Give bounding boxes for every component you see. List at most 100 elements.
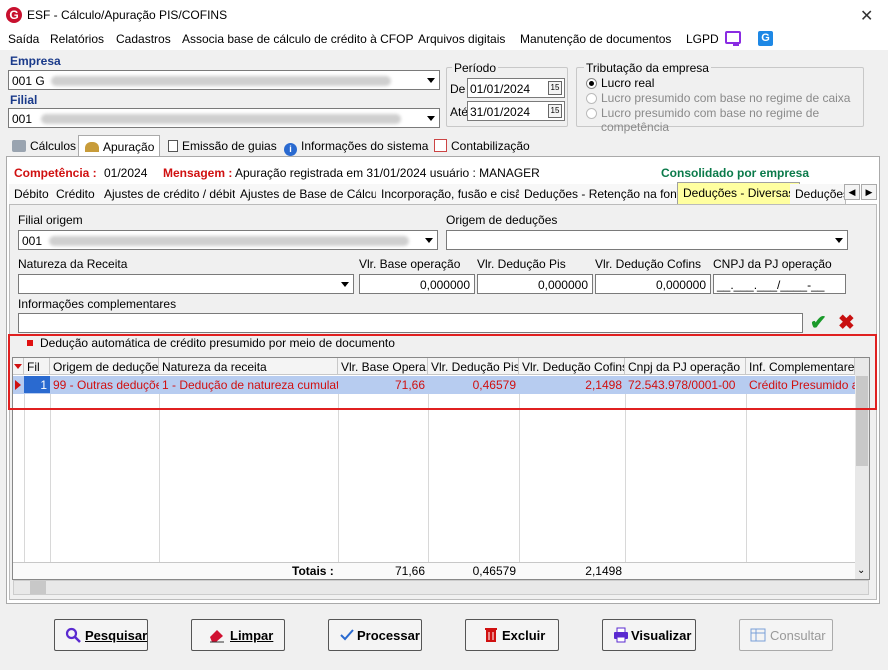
empresa-value: 001 G bbox=[12, 74, 45, 88]
limpar-button[interactable]: Limpar bbox=[191, 619, 285, 651]
confirm-check-icon[interactable]: ✔ bbox=[810, 312, 827, 334]
excluir-button[interactable]: Excluir bbox=[465, 619, 559, 651]
subtab-deducoes[interactable]: Deduções bbox=[790, 184, 846, 204]
consultar-button[interactable]: Consultar bbox=[739, 619, 833, 651]
natureza-receita-select[interactable] bbox=[18, 274, 354, 294]
filial-label: Filial bbox=[10, 93, 38, 107]
menu-manutencao-documentos[interactable]: Manutenção de documentos bbox=[520, 32, 671, 46]
empresa-select[interactable]: 001 G bbox=[8, 70, 440, 90]
tab-emissao-guias[interactable]: Emissão de guias bbox=[162, 135, 283, 157]
apuracao-icon bbox=[85, 142, 99, 152]
radio-lucro-presumido-caixa[interactable] bbox=[586, 93, 597, 104]
filial-origem-select[interactable]: 001 bbox=[18, 230, 438, 250]
scroll-right-icon[interactable]: ▶ bbox=[861, 184, 877, 200]
subtab-incorporacao[interactable]: Incorporação, fusão e cisão bbox=[376, 184, 535, 204]
processar-button[interactable]: Processar bbox=[328, 619, 422, 651]
menu-saida[interactable]: Saída bbox=[8, 32, 39, 46]
highlight-box bbox=[8, 334, 877, 410]
grid-col-line bbox=[428, 394, 429, 562]
app-logo-icon: G bbox=[6, 7, 22, 23]
grid-horizontal-scrollbar[interactable] bbox=[13, 580, 869, 595]
redacted-text bbox=[51, 76, 391, 86]
lucro-real-label: Lucro real bbox=[601, 76, 655, 90]
calendar-book-icon bbox=[434, 139, 447, 152]
subtab-ajustes-credito-debito[interactable]: Ajustes de crédito / débito bbox=[99, 184, 249, 204]
tab-contabilizacao-label: Contabilização bbox=[451, 139, 530, 153]
vlr-base-input[interactable]: 0,000000 bbox=[359, 274, 475, 294]
natureza-receita-label: Natureza da Receita bbox=[18, 257, 128, 271]
processar-label: Processar bbox=[357, 628, 420, 643]
filial-select[interactable]: 001 bbox=[8, 108, 440, 128]
periodo-ate-input[interactable]: 31/01/2024 15 bbox=[467, 101, 565, 121]
vlr-pis-label: Vlr. Dedução Pis bbox=[477, 257, 566, 271]
grid-col-line bbox=[159, 394, 160, 562]
vlr-cofins-label: Vlr. Dedução Cofins bbox=[595, 257, 702, 271]
calendar-icon[interactable]: 15 bbox=[548, 81, 562, 95]
pesquisar-label: Pesquisar bbox=[85, 628, 148, 643]
grid-col-line bbox=[50, 394, 51, 562]
vlr-pis-value: 0,000000 bbox=[537, 278, 588, 292]
redacted-text bbox=[49, 236, 409, 246]
cancel-x-icon[interactable]: ✖ bbox=[838, 312, 855, 334]
origem-deducoes-label: Origem de deduções bbox=[446, 213, 558, 227]
vlr-pis-input[interactable]: 0,000000 bbox=[477, 274, 593, 294]
redacted-text bbox=[41, 114, 401, 124]
info-complementares-label: Informações complementares bbox=[18, 297, 177, 311]
grid-col-line bbox=[519, 394, 520, 562]
menu-lgpd[interactable]: LGPD bbox=[686, 32, 719, 46]
lucro-presumido-competencia-label: Lucro presumido com base no regime de co… bbox=[601, 106, 820, 134]
subtab-deducoes-retencao[interactable]: Deduções - Retenção na fonte bbox=[519, 184, 693, 204]
tab-calculos-label: Cálculos bbox=[30, 139, 77, 153]
subtab-deducoes-diversas[interactable]: Deduções - Diversas bbox=[677, 182, 801, 205]
visualizar-button[interactable]: Visualizar bbox=[602, 619, 696, 651]
cnpj-input[interactable]: __.___.___/____-__ bbox=[713, 274, 846, 294]
cnpj-label: CNPJ da PJ operação bbox=[713, 257, 832, 271]
radio-lucro-real[interactable] bbox=[586, 78, 597, 89]
info-complementares-input[interactable] bbox=[18, 313, 803, 333]
tab-informacoes-sistema[interactable]: i Informações do sistema bbox=[278, 135, 434, 157]
subtab-ajustes-base-calculo[interactable]: Ajustes de Base de Cálculo bbox=[235, 184, 393, 204]
menu-relatorios[interactable]: Relatórios bbox=[50, 32, 104, 46]
menu-arquivos-digitais[interactable]: Arquivos digitais bbox=[418, 32, 505, 46]
g-app-icon[interactable]: G bbox=[758, 31, 773, 46]
chevron-down-icon[interactable] bbox=[831, 231, 847, 249]
visualizar-label: Visualizar bbox=[631, 628, 692, 643]
mensagem-value: Apuração registrada em 31/01/2024 usuári… bbox=[235, 166, 540, 180]
filial-origem-value: 001 bbox=[22, 234, 43, 248]
menu-cadastros[interactable]: Cadastros bbox=[116, 32, 171, 46]
chevron-down-icon[interactable] bbox=[423, 109, 439, 127]
vlr-cofins-input[interactable]: 0,000000 bbox=[595, 274, 711, 294]
chevron-down-icon[interactable] bbox=[421, 231, 437, 249]
radio-lucro-presumido-competencia[interactable] bbox=[586, 108, 597, 119]
tab-contabilizacao[interactable]: Contabilização bbox=[428, 135, 536, 157]
scroll-left-icon[interactable]: ◀ bbox=[844, 184, 860, 200]
grid-h-scroll-thumb[interactable] bbox=[30, 581, 46, 594]
menu-associa-base[interactable]: Associa base de cálculo de crédito à CFO… bbox=[182, 32, 413, 46]
tab-informacoes-label: Informações do sistema bbox=[301, 139, 429, 153]
vlr-cofins-value: 0,000000 bbox=[655, 278, 706, 292]
chevron-down-icon[interactable] bbox=[337, 275, 353, 293]
vlr-base-value: 0,000000 bbox=[419, 278, 470, 292]
subtab-debito[interactable]: Débito bbox=[9, 184, 55, 204]
origem-deducoes-select[interactable] bbox=[446, 230, 848, 250]
eraser-icon bbox=[208, 627, 224, 643]
grid-col-line bbox=[746, 394, 747, 562]
tab-calculos[interactable]: Cálculos bbox=[6, 135, 82, 157]
periodo-de-value: 01/01/2024 bbox=[470, 82, 531, 96]
subtab-credito[interactable]: Crédito bbox=[51, 184, 101, 204]
calendar-icon[interactable]: 15 bbox=[548, 104, 562, 118]
consolidado-label: Consolidado por empresa bbox=[661, 166, 810, 180]
cnpj-value: __.___.___/____-__ bbox=[717, 278, 825, 292]
monitor-icon[interactable] bbox=[725, 31, 741, 44]
table-view-icon bbox=[750, 627, 766, 643]
chevron-down-icon[interactable] bbox=[423, 71, 439, 89]
periodo-de-input[interactable]: 01/01/2024 15 bbox=[467, 78, 565, 98]
search-icon bbox=[65, 627, 81, 643]
trash-icon bbox=[484, 627, 500, 643]
tab-apuracao[interactable]: Apuração bbox=[78, 135, 160, 157]
scroll-down-icon[interactable]: ⌄ bbox=[857, 565, 865, 576]
consultar-label: Consultar bbox=[770, 628, 826, 643]
close-icon[interactable]: ✕ bbox=[860, 6, 873, 26]
totals-label: Totais : bbox=[292, 564, 334, 578]
pesquisar-button[interactable]: Pesquisar bbox=[54, 619, 148, 651]
